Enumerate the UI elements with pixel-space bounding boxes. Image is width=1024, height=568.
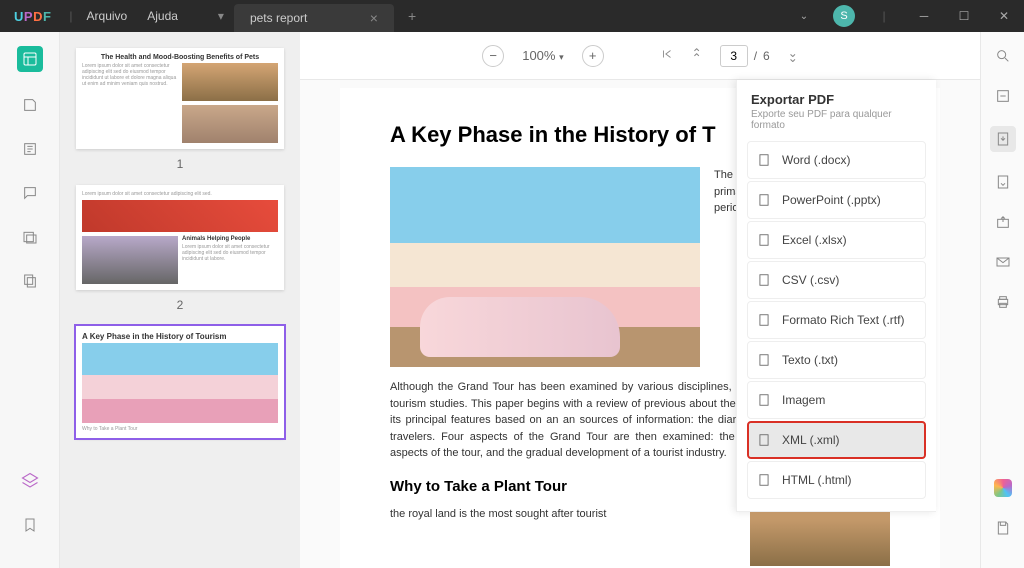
file-type-icon — [756, 472, 772, 488]
thumbnail-page-1[interactable]: The Health and Mood-Boosting Benefits of… — [76, 48, 284, 149]
export-item-formato[interactable]: Formato Rich Text (.rtf) — [747, 301, 926, 339]
page-sep: / — [754, 49, 757, 63]
export-item-html[interactable]: HTML (.html) — [747, 461, 926, 499]
total-pages: 6 — [763, 49, 770, 63]
layers-list-icon[interactable] — [19, 270, 41, 292]
bookmarks-icon[interactable] — [19, 94, 41, 116]
export-item-imagem[interactable]: Imagem — [747, 381, 926, 419]
thumbnail-page-3[interactable]: A Key Phase in the History of Tourism Wh… — [76, 326, 284, 438]
document-tab[interactable]: pets report × — [234, 4, 394, 32]
file-type-icon — [756, 312, 772, 328]
export-item-label: Word (.docx) — [782, 153, 850, 167]
comments-icon[interactable] — [19, 182, 41, 204]
print-icon[interactable] — [993, 292, 1013, 312]
zoom-level[interactable]: 100% ▾ — [522, 48, 563, 63]
thumbnails-mode-icon[interactable] — [17, 46, 43, 72]
close-window-icon[interactable]: ✕ — [984, 0, 1024, 32]
left-sidebar — [0, 32, 60, 568]
ocr-icon[interactable] — [993, 86, 1013, 106]
first-page-icon[interactable] — [660, 47, 674, 64]
file-type-icon — [756, 392, 772, 408]
file-type-icon — [756, 432, 772, 448]
export-item-csv[interactable]: CSV (.csv) — [747, 261, 926, 299]
tab-title: pets report — [250, 11, 307, 25]
menu-file[interactable]: Arquivo — [77, 9, 138, 23]
doc-image-main — [390, 167, 700, 367]
app-logo: UPDF — [0, 9, 65, 24]
search-icon[interactable] — [993, 46, 1013, 66]
zoom-out-icon[interactable]: − — [482, 45, 504, 67]
file-type-icon — [756, 272, 772, 288]
export-panel: Exportar PDF Exporte seu PDF para qualqu… — [736, 80, 936, 512]
tab-dropdown-icon[interactable]: ▾ — [208, 9, 234, 23]
prev-page-icon[interactable]: ⌃⌃ — [692, 51, 702, 61]
export-title: Exportar PDF — [751, 92, 922, 107]
next-page-icon[interactable]: ⌄⌄ — [788, 51, 798, 61]
bookmark-icon[interactable] — [19, 514, 41, 536]
page-number-1: 1 — [76, 157, 284, 171]
export-item-label: PowerPoint (.pptx) — [782, 193, 881, 207]
export-item-label: Formato Rich Text (.rtf) — [782, 313, 904, 327]
save-icon[interactable] — [993, 518, 1013, 538]
annotations-icon[interactable] — [19, 138, 41, 160]
current-page-input[interactable] — [720, 45, 748, 67]
file-type-icon — [756, 192, 772, 208]
export-item-word[interactable]: Word (.docx) — [747, 141, 926, 179]
zoom-in-icon[interactable]: + — [582, 45, 604, 67]
export-item-label: Texto (.txt) — [782, 353, 838, 367]
titlebar: UPDF | Arquivo Ajuda ▾ pets report × + ⌄… — [0, 0, 1024, 32]
file-type-icon — [756, 232, 772, 248]
page-number-2: 2 — [76, 298, 284, 312]
share-icon[interactable] — [993, 212, 1013, 232]
close-tab-icon[interactable]: × — [370, 10, 378, 26]
export-item-label: CSV (.csv) — [782, 273, 839, 287]
doc-image-2 — [750, 506, 890, 566]
layers-icon[interactable] — [19, 470, 41, 492]
minimize-icon[interactable]: ─ — [904, 0, 944, 32]
add-tab-icon[interactable]: + — [394, 8, 430, 24]
file-type-icon — [756, 152, 772, 168]
export-item-powerpoint[interactable]: PowerPoint (.pptx) — [747, 181, 926, 219]
thumbnail-panel: The Health and Mood-Boosting Benefits of… — [60, 32, 300, 568]
main-viewer: − 100% ▾ + ⌃⌃ / 6 ⌄⌄ A Key Phase in the … — [300, 32, 980, 568]
file-type-icon — [756, 352, 772, 368]
export-item-label: Imagem — [782, 393, 825, 407]
export-subtitle: Exporte seu PDF para qualquer formato — [751, 109, 922, 131]
export-item-label: XML (.xml) — [782, 433, 840, 447]
theme-icon[interactable] — [993, 478, 1013, 498]
export-item-excel[interactable]: Excel (.xlsx) — [747, 221, 926, 259]
attachments-icon[interactable] — [19, 226, 41, 248]
menu-help[interactable]: Ajuda — [137, 9, 188, 23]
page-indicator: / 6 — [720, 45, 770, 67]
window-menu-dropdown-icon[interactable]: ⌄ — [784, 0, 824, 32]
maximize-icon[interactable]: ☐ — [944, 0, 984, 32]
export-item-xml[interactable]: XML (.xml) — [747, 421, 926, 459]
viewer-toolbar: − 100% ▾ + ⌃⌃ / 6 ⌄⌄ — [300, 32, 980, 80]
thumbnail-page-2[interactable]: Lorem ipsum dolor sit amet consectetur a… — [76, 185, 284, 290]
export-pdf-icon[interactable] — [990, 126, 1016, 152]
export-item-label: HTML (.html) — [782, 473, 852, 487]
email-icon[interactable] — [993, 252, 1013, 272]
export-item-label: Excel (.xlsx) — [782, 233, 847, 247]
right-sidebar — [980, 32, 1024, 568]
convert-icon[interactable] — [993, 172, 1013, 192]
export-item-texto[interactable]: Texto (.txt) — [747, 341, 926, 379]
user-avatar[interactable]: S — [824, 0, 864, 32]
